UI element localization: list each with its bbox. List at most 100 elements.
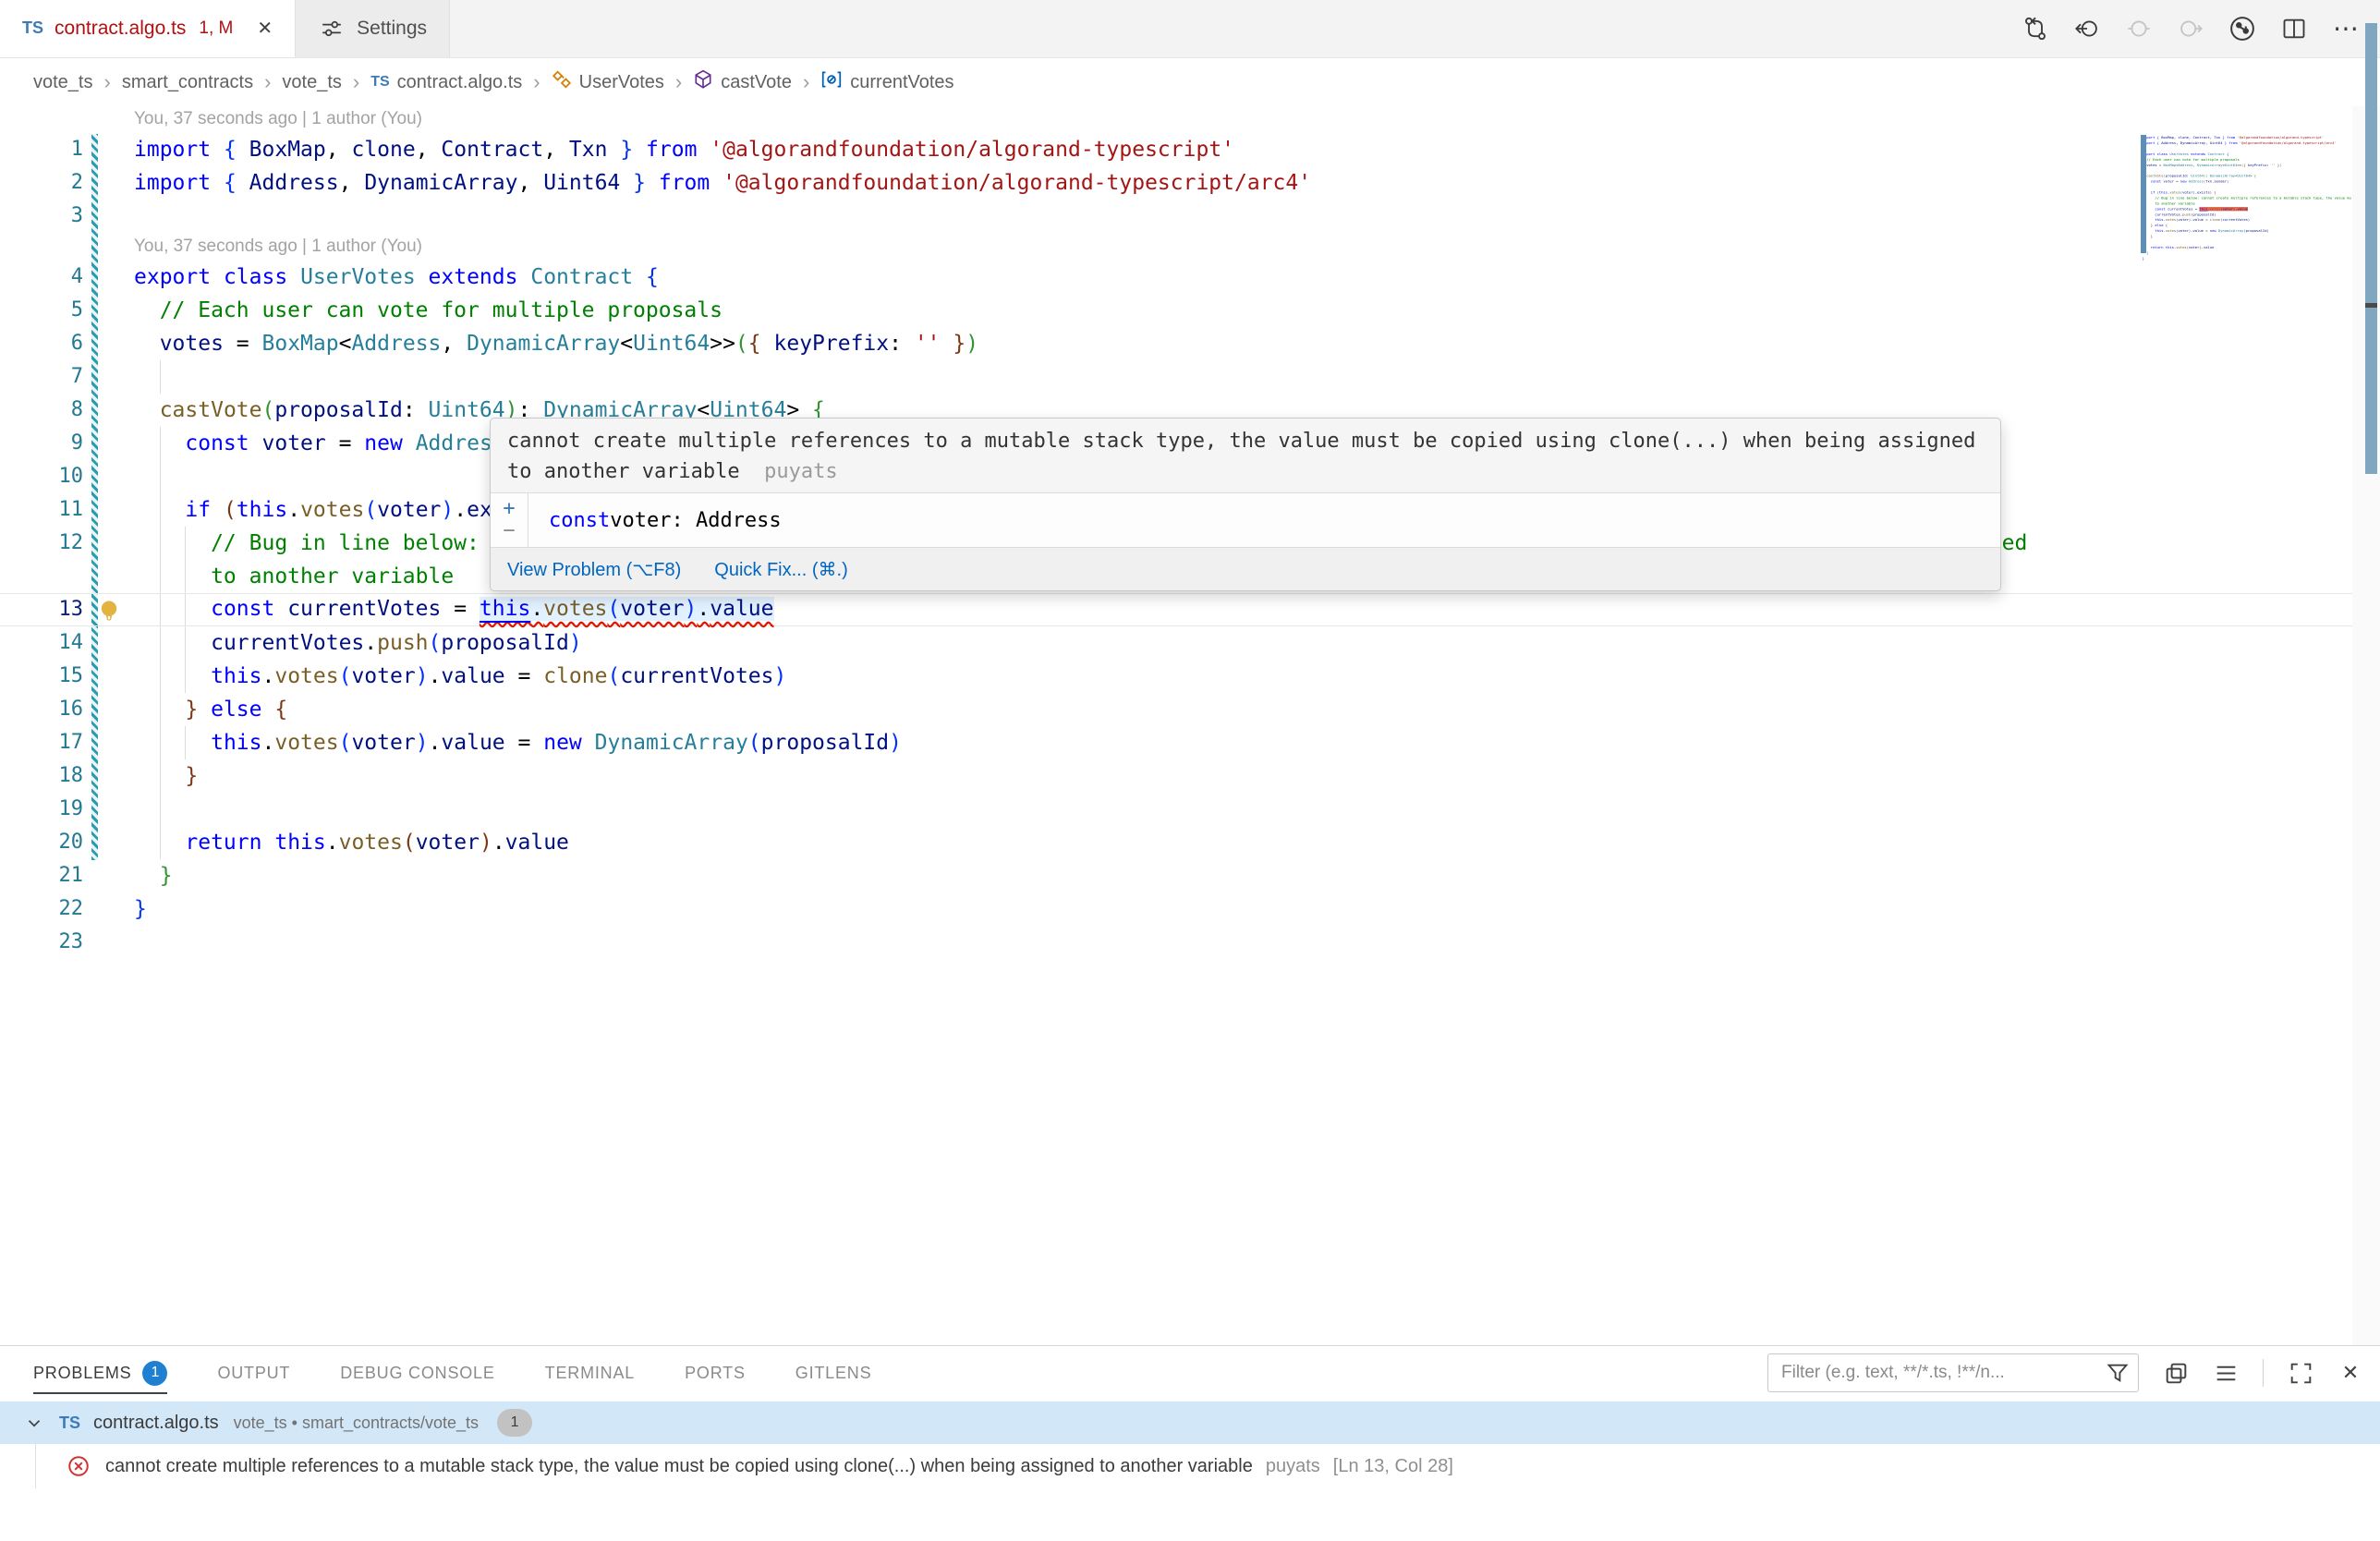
quick-fix-link[interactable]: Quick Fix... (⌘.) — [714, 558, 847, 581]
code-line[interactable]: 22} — [0, 892, 2352, 926]
more-actions-icon[interactable]: ⋯ — [2332, 15, 2360, 42]
code-line[interactable]: 1import { BoxMap, clone, Contract, Txn }… — [0, 133, 2352, 166]
code-line[interactable]: 14 currentVotes.push(proposalId) — [0, 626, 2352, 660]
line-number: 21 — [0, 859, 83, 892]
hover-definition-section: + − const voter: Address — [491, 492, 2000, 547]
line-number: 8 — [0, 394, 83, 427]
code-line[interactable]: 20 return this.votes(voter).value — [0, 826, 2352, 859]
line-number: 13 — [0, 594, 83, 625]
line-number: 20 — [0, 826, 83, 859]
chevron-right-icon: › — [262, 70, 273, 94]
breadcrumb-item[interactable]: vote_ts — [33, 72, 92, 93]
view-problem-link[interactable]: View Problem (⌥F8) — [507, 558, 681, 581]
breadcrumb-item-variable[interactable]: currentVotes — [820, 69, 953, 95]
increase-verbosity-icon[interactable]: + — [503, 498, 515, 520]
code-line[interactable]: 15 this.votes(voter).value = clone(curre… — [0, 660, 2352, 693]
problems-filter-input[interactable] — [1767, 1353, 2139, 1392]
line-number: 10 — [0, 460, 83, 493]
typescript-file-icon: TS — [22, 18, 43, 38]
code-line — [2141, 261, 2351, 267]
tab-debug-console[interactable]: DEBUG CONSOLE — [340, 1346, 494, 1400]
problem-error-row[interactable]: cannot create multiple references to a m… — [0, 1444, 2380, 1488]
typescript-file-icon: TS — [370, 74, 389, 91]
go-back-icon[interactable] — [2073, 15, 2101, 42]
problems-file-path: vote_ts • smart_contracts/vote_ts — [234, 1414, 479, 1433]
panel-controls: ✕ — [1767, 1346, 2363, 1400]
code-line[interactable]: 3 — [0, 200, 2352, 233]
error-source-label: puyats — [752, 460, 838, 483]
code-line[interactable]: 19 — [0, 793, 2352, 826]
code-line[interactable]: 13 const currentVotes = this.votes(voter… — [0, 593, 2352, 626]
line-number: 16 — [0, 693, 83, 726]
maximize-panel-icon[interactable] — [2288, 1360, 2313, 1386]
breadcrumb-item[interactable]: vote_ts — [282, 72, 341, 93]
divider — [2263, 1359, 2264, 1387]
blame-annotation: You, 37 seconds ago | 1 author (You) — [0, 233, 2352, 261]
commit-graph-icon[interactable] — [2228, 15, 2256, 42]
close-tab-icon[interactable]: ✕ — [257, 17, 273, 40]
breadcrumb-item[interactable]: smart_contracts — [122, 72, 253, 93]
line-number: 5 — [0, 294, 83, 327]
blame-annotation: You, 37 seconds ago | 1 author (You) — [0, 106, 2352, 133]
tab-label: Settings — [357, 18, 427, 40]
vscode-window: TS contract.algo.ts 1, M ✕ Settings — [0, 0, 2380, 1541]
collapse-all-icon[interactable] — [2213, 1360, 2239, 1386]
view-as-table-icon[interactable] — [2163, 1360, 2189, 1386]
bottom-panel: PROBLEMS 1 OUTPUT DEBUG CONSOLE TERMINAL… — [0, 1345, 2380, 1541]
problems-count-badge: 1 — [142, 1361, 167, 1386]
tab-settings[interactable]: Settings — [296, 0, 450, 57]
line-number: 6 — [0, 327, 83, 360]
typescript-file-icon: TS — [59, 1414, 80, 1433]
source-control-icon[interactable] — [2022, 15, 2049, 42]
breadcrumb-item-file[interactable]: TS contract.algo.ts — [370, 72, 522, 93]
line-number: 7 — [0, 360, 83, 394]
code-line[interactable]: 17 this.votes(voter).value = new Dynamic… — [0, 726, 2352, 759]
tab-problems[interactable]: PROBLEMS 1 — [33, 1346, 167, 1400]
line-number: 17 — [0, 726, 83, 759]
decrease-verbosity-icon[interactable]: − — [503, 520, 515, 542]
close-panel-icon[interactable]: ✕ — [2338, 1360, 2363, 1386]
code-line[interactable]: 23 — [0, 926, 2352, 959]
line-number: 1 — [0, 133, 83, 166]
editor-pane[interactable]: You, 37 seconds ago | 1 author (You)1imp… — [0, 106, 2352, 1345]
chevron-right-icon: › — [674, 70, 684, 94]
split-editor-icon[interactable] — [2280, 15, 2308, 42]
settings-sliders-icon — [318, 15, 346, 42]
code-line[interactable]: 2import { Address, DynamicArray, Uint64 … — [0, 166, 2352, 200]
code-line[interactable]: 5 // Each user can vote for multiple pro… — [0, 294, 2352, 327]
method-symbol-icon — [693, 69, 713, 95]
tab-output[interactable]: OUTPUT — [217, 1346, 290, 1400]
code-line[interactable]: 4export class UserVotes extends Contract… — [0, 261, 2352, 294]
error-hover-tooltip: cannot create multiple references to a m… — [490, 418, 2001, 591]
chevron-down-icon — [24, 1413, 44, 1433]
tab-gitlens[interactable]: GITLENS — [795, 1346, 872, 1400]
code-line[interactable]: 18 } — [0, 759, 2352, 793]
overview-ruler-changes — [2365, 23, 2377, 474]
chevron-right-icon: › — [351, 70, 361, 94]
minimap[interactable]: import { BoxMap, clone, Contract, Txn } … — [2141, 135, 2351, 375]
editor-actions: ⋯ — [2022, 0, 2380, 57]
problems-file-group-row[interactable]: TS contract.algo.ts vote_ts • smart_cont… — [0, 1401, 2380, 1444]
overview-ruler-marker — [2365, 303, 2377, 308]
code-line[interactable]: 7 — [0, 360, 2352, 394]
tab-bar: TS contract.algo.ts 1, M ✕ Settings — [0, 0, 2380, 58]
tab-label: contract.algo.ts — [55, 18, 186, 40]
chevron-right-icon: › — [531, 70, 541, 94]
breadcrumb-item-class[interactable]: UserVotes — [552, 69, 664, 95]
line-number: 14 — [0, 626, 83, 660]
code-line[interactable]: 16 } else { — [0, 693, 2352, 726]
tab-terminal[interactable]: TERMINAL — [545, 1346, 635, 1400]
tab-ports[interactable]: PORTS — [685, 1346, 746, 1400]
breadcrumb-item-method[interactable]: castVote — [693, 69, 792, 95]
line-number: 18 — [0, 759, 83, 793]
next-change-icon — [2177, 15, 2204, 42]
previous-change-icon — [2125, 15, 2153, 42]
lightbulb-icon[interactable] — [96, 598, 122, 624]
code-line[interactable]: 6 votes = BoxMap<Address, DynamicArray<U… — [0, 327, 2352, 360]
error-squiggle-span: this.votes(voter).value — [480, 597, 774, 621]
code-line[interactable]: 21 } — [0, 859, 2352, 892]
hover-definition-code: const voter: Address — [528, 493, 782, 547]
minimap-change-indicator — [2141, 135, 2146, 253]
tab-contract-algo-ts[interactable]: TS contract.algo.ts 1, M ✕ — [0, 0, 296, 57]
line-number: 2 — [0, 166, 83, 200]
